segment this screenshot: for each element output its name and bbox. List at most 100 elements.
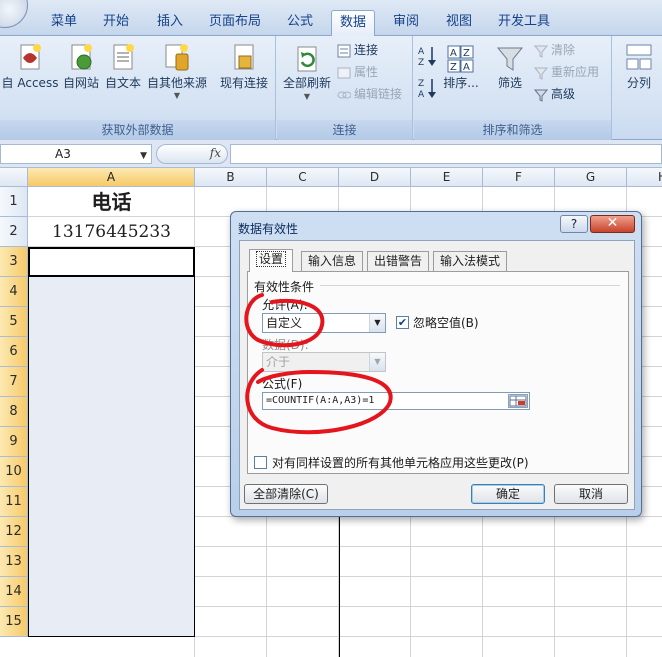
active-cell-a3[interactable] bbox=[28, 247, 195, 277]
from-text-button[interactable]: 自文本 bbox=[102, 42, 144, 91]
group-label-external: 获取外部数据 bbox=[0, 120, 275, 140]
collapse-dialog-icon[interactable] bbox=[508, 394, 528, 408]
column-header-d[interactable]: D bbox=[339, 168, 411, 187]
svg-text:Z: Z bbox=[418, 58, 424, 68]
data-value: 介于 bbox=[266, 355, 291, 369]
filter-button[interactable]: 筛选 bbox=[490, 44, 530, 91]
row-header-15[interactable]: 15 bbox=[0, 607, 28, 637]
refresh-icon bbox=[297, 46, 317, 72]
row-header-12[interactable]: 12 bbox=[0, 517, 28, 547]
tab-page-layout[interactable]: 页面布局 bbox=[202, 10, 268, 36]
tab-review[interactable]: 审阅 bbox=[384, 10, 428, 36]
name-box[interactable]: A3 ▼ bbox=[0, 144, 152, 164]
other-sources-icon bbox=[165, 44, 189, 71]
text-file-icon bbox=[113, 44, 134, 70]
ok-button[interactable]: 确定 bbox=[471, 484, 545, 504]
from-access-label: 自 Access bbox=[1, 76, 59, 90]
ignore-blank-checkbox[interactable]: ✔ bbox=[396, 316, 409, 329]
sort-descending-button[interactable]: Z A bbox=[416, 76, 440, 100]
tab-formulas[interactable]: 公式 bbox=[278, 10, 322, 36]
from-other-sources-label: 自其他来源 bbox=[146, 76, 207, 90]
column-header-e[interactable]: E bbox=[411, 168, 483, 187]
tab-insert[interactable]: 插入 bbox=[148, 10, 192, 36]
office-button[interactable] bbox=[0, 0, 28, 28]
column-header-b[interactable]: B bbox=[195, 168, 267, 187]
web-icon bbox=[71, 44, 92, 70]
text-to-columns-button[interactable]: 分列 bbox=[617, 42, 661, 91]
clear-all-button[interactable]: 全部清除(C) bbox=[244, 484, 328, 504]
row-header-4[interactable]: 4 bbox=[0, 277, 28, 307]
select-all-corner[interactable] bbox=[0, 168, 28, 187]
advanced-filter-button[interactable]: 高级 bbox=[534, 85, 575, 102]
apply-all-checkbox[interactable] bbox=[254, 456, 267, 469]
row-header-6[interactable]: 6 bbox=[0, 337, 28, 367]
close-button[interactable]: ✕ bbox=[590, 215, 635, 233]
row-header-11[interactable]: 11 bbox=[0, 487, 28, 517]
formula-field[interactable]: =COUNTIF(A:A,A3)=1 bbox=[262, 392, 530, 410]
help-button[interactable]: ? bbox=[560, 215, 588, 233]
cell-a1[interactable]: 电话 bbox=[28, 188, 195, 217]
dialog-body: 设置 输入信息 出错警告 输入法模式 有效性条件 允许(A): 自定义 ▼ ✔ … bbox=[239, 240, 635, 510]
column-header-c[interactable]: C bbox=[267, 168, 339, 187]
text-to-columns-label: 分列 bbox=[626, 76, 651, 90]
sort-ascending-button[interactable]: A Z bbox=[416, 44, 440, 68]
column-header-a[interactable]: A bbox=[28, 168, 195, 187]
tab-error-alert[interactable]: 出错警告 bbox=[367, 251, 430, 271]
sort-button[interactable]: A Z Z A 排序... bbox=[442, 44, 480, 91]
row-header-7[interactable]: 7 bbox=[0, 367, 28, 397]
properties-button[interactable]: 属性 bbox=[337, 63, 378, 80]
connections-button[interactable]: 连接 bbox=[337, 41, 378, 58]
tab-settings-label: 设置 bbox=[256, 251, 287, 267]
column-header-g[interactable]: G bbox=[555, 168, 627, 187]
tab-developer[interactable]: 开发工具 bbox=[491, 10, 557, 36]
section-title: 有效性条件 bbox=[254, 280, 315, 294]
tab-view[interactable]: 视图 bbox=[437, 10, 481, 36]
selected-range[interactable] bbox=[28, 247, 195, 637]
tab-menu[interactable]: 菜单 bbox=[42, 10, 86, 36]
row-header-8[interactable]: 8 bbox=[0, 397, 28, 427]
row-header-10[interactable]: 10 bbox=[0, 457, 28, 487]
edit-links-button[interactable]: 编辑链接 bbox=[337, 85, 402, 102]
clear-filter-button[interactable]: 清除 bbox=[534, 41, 575, 58]
advanced-filter-icon bbox=[534, 89, 548, 102]
dialog-title: 数据有效性 bbox=[238, 222, 299, 236]
tab-home[interactable]: 开始 bbox=[94, 10, 138, 36]
chevron-down-icon[interactable]: ▼ bbox=[369, 314, 385, 332]
clear-filter-icon bbox=[534, 45, 548, 58]
chevron-down-icon[interactable]: ▼ bbox=[369, 353, 385, 371]
row-header-13[interactable]: 13 bbox=[0, 547, 28, 577]
row-header-5[interactable]: 5 bbox=[0, 307, 28, 337]
tab-ime-mode[interactable]: 输入法模式 bbox=[433, 251, 508, 271]
from-access-button[interactable]: 自 Access bbox=[0, 42, 60, 91]
column-header-f[interactable]: F bbox=[483, 168, 555, 187]
tab-data[interactable]: 数据 bbox=[331, 10, 375, 37]
svg-text:A: A bbox=[418, 90, 425, 100]
section-divider bbox=[320, 285, 620, 286]
allow-select[interactable]: 自定义 ▼ bbox=[262, 313, 386, 333]
row-header-2[interactable]: 2 bbox=[0, 217, 28, 247]
row-header-14[interactable]: 14 bbox=[0, 577, 28, 607]
row-header-3[interactable]: 3 bbox=[0, 247, 28, 277]
edit-links-label: 编辑链接 bbox=[354, 87, 403, 101]
chevron-down-icon[interactable]: ▼ bbox=[140, 147, 147, 165]
row-header-9[interactable]: 9 bbox=[0, 427, 28, 457]
svg-text:Z: Z bbox=[418, 79, 424, 89]
column-header-h[interactable]: H bbox=[627, 168, 662, 187]
cell-a2[interactable]: 13176445233 bbox=[28, 218, 195, 247]
reapply-icon bbox=[534, 67, 548, 80]
existing-connections-button[interactable]: 现有连接 bbox=[214, 42, 274, 91]
data-select[interactable]: 介于 ▼ bbox=[262, 352, 386, 372]
data-validation-dialog: 数据有效性 ? ✕ 设置 输入信息 出错警告 输入法模式 有效性条件 允许(A)… bbox=[230, 211, 642, 517]
tab-settings[interactable]: 设置 bbox=[249, 249, 294, 272]
reapply-button[interactable]: 重新应用 bbox=[534, 63, 599, 80]
tab-input-message[interactable]: 输入信息 bbox=[301, 251, 364, 271]
from-web-button[interactable]: 自网站 bbox=[60, 42, 102, 91]
from-other-sources-button[interactable]: 自其他来源 ▼ bbox=[144, 42, 210, 101]
refresh-all-button[interactable]: 全部刷新 ▼ bbox=[279, 44, 335, 103]
text-to-columns-icon bbox=[626, 44, 652, 70]
insert-function-icon[interactable]: fx bbox=[210, 146, 221, 160]
formula-input[interactable] bbox=[230, 144, 662, 164]
row-header-1[interactable]: 1 bbox=[0, 187, 28, 217]
cancel-button[interactable]: 取消 bbox=[554, 484, 628, 504]
access-icon bbox=[20, 44, 41, 70]
